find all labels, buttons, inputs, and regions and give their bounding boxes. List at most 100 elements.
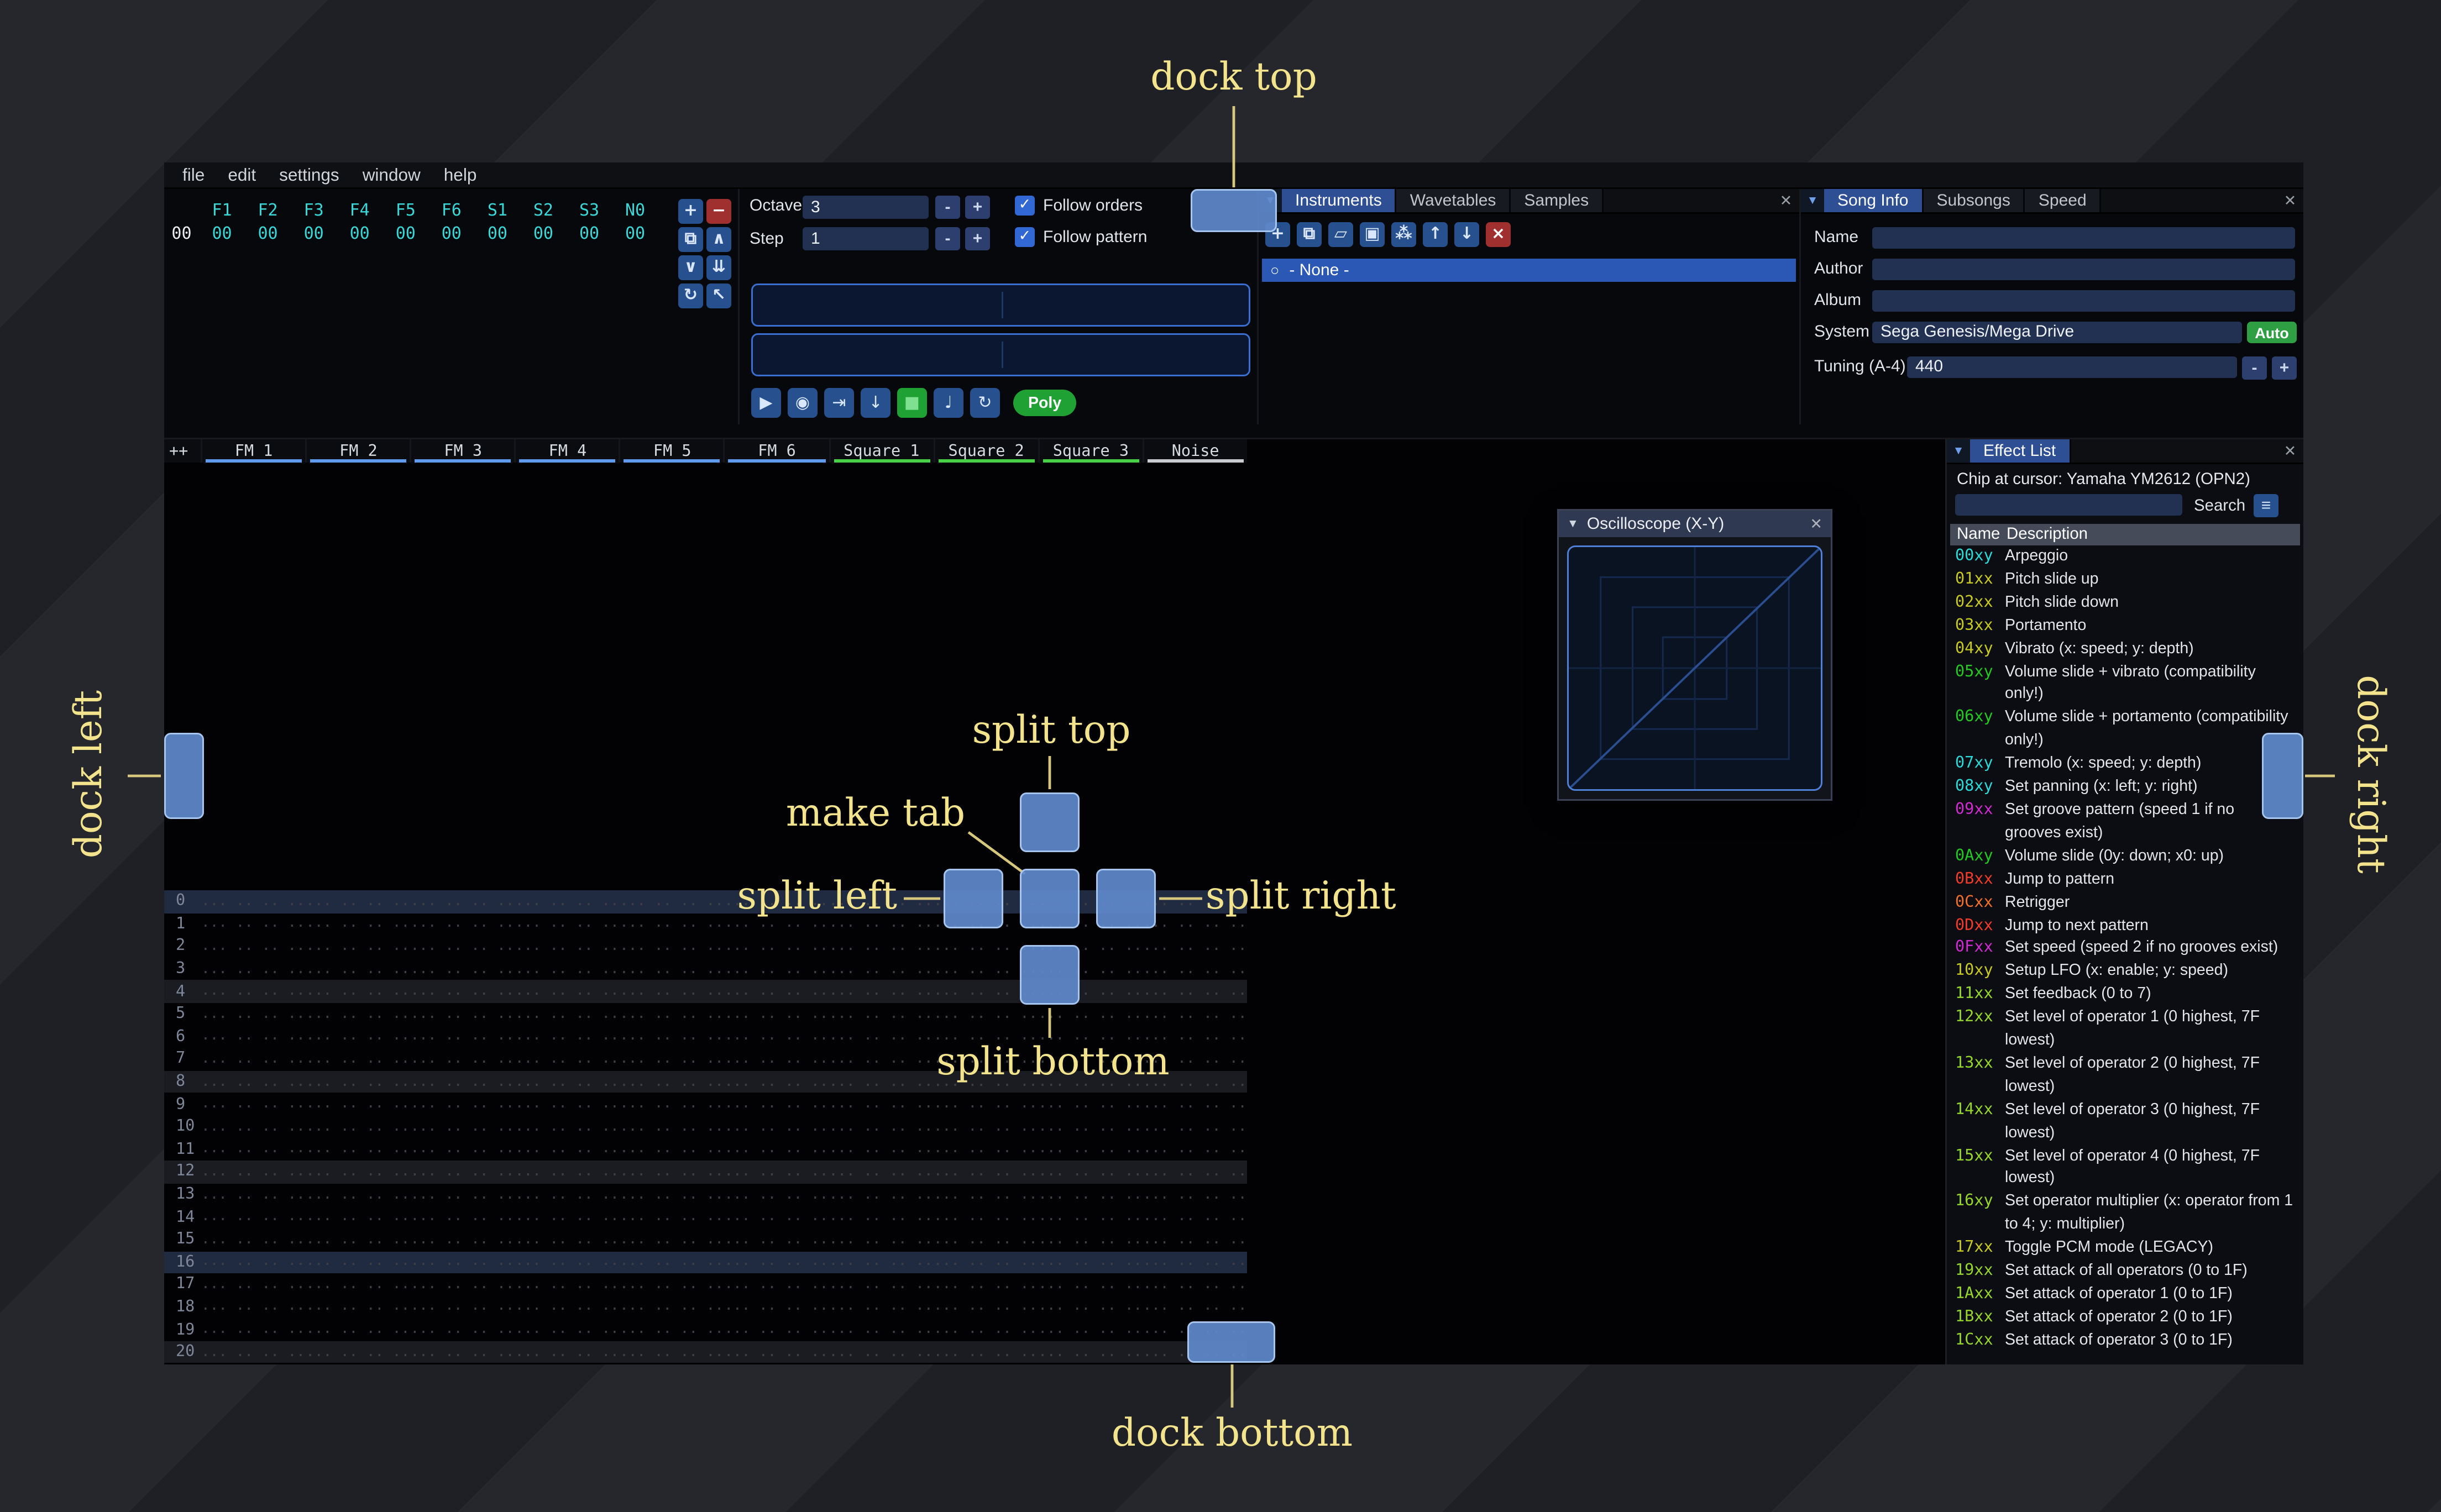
pattern-cell[interactable]: ... .. .. .. [619, 1277, 724, 1293]
effect-list-row[interactable]: 03xx Portamento [1950, 615, 2303, 638]
pattern-cell[interactable]: ... .. .. .. [515, 1231, 619, 1248]
pattern-cell[interactable]: ... .. .. .. [1038, 1186, 1142, 1203]
hamburger-menu-icon[interactable]: ≡ [2254, 494, 2278, 517]
pattern-cell[interactable]: ... .. .. .. [933, 1186, 1038, 1203]
pattern-cell[interactable]: ... .. .. .. [619, 1006, 724, 1022]
instrument-save-button[interactable]: ▣ [1360, 222, 1385, 247]
pattern-cell[interactable]: ... .. .. .. [515, 916, 619, 932]
pattern-cell[interactable]: ... .. .. .. [305, 1299, 410, 1315]
pattern-cell[interactable]: ... .. .. .. [619, 1231, 724, 1248]
effect-list-row[interactable]: 0Bxx Jump to pattern [1950, 868, 2303, 891]
step-decrease-button[interactable]: - [935, 227, 960, 250]
channel-header-fm-2[interactable]: FM 2 [305, 439, 410, 463]
pattern-cell[interactable]: ... .. .. .. [724, 1277, 828, 1293]
split-target-bottom[interactable] [1020, 945, 1080, 1005]
pattern-cell[interactable]: ... .. .. .. [305, 1186, 410, 1203]
pattern-corner-expand[interactable]: ++ [164, 439, 201, 463]
pattern-cell[interactable]: ... .. .. .. [201, 1299, 305, 1315]
pattern-cell[interactable]: ... .. .. .. [410, 1254, 515, 1271]
pattern-cell[interactable]: ... .. .. .. [933, 1119, 1038, 1135]
pattern-cell[interactable]: ... .. .. .. [724, 1254, 828, 1271]
pattern-cell[interactable]: ... .. .. .. [515, 1186, 619, 1203]
pattern-cell[interactable]: ... .. .. .. [201, 1051, 305, 1068]
pattern-cell[interactable]: ... .. .. .. [515, 1074, 619, 1090]
pattern-cell[interactable]: ... .. .. .. [619, 1209, 724, 1225]
dock-target-left[interactable] [164, 733, 204, 819]
pattern-cell[interactable]: ... .. .. .. [305, 1119, 410, 1135]
tuning-input[interactable]: 440 [1907, 356, 2237, 378]
pattern-cell[interactable]: ... .. .. .. [933, 1344, 1038, 1361]
follow-orders-checkbox[interactable]: ✓ Follow orders [1015, 196, 1143, 216]
menu-file[interactable]: file [171, 165, 216, 185]
pattern-cell[interactable]: ... .. .. .. [410, 1006, 515, 1022]
pattern-cell[interactable]: ... .. .. .. [515, 1254, 619, 1271]
pattern-cell[interactable]: ... .. .. .. [201, 916, 305, 932]
channel-header-noise[interactable]: Noise [1142, 439, 1247, 463]
pattern-cell[interactable]: ... .. .. .. [1038, 1006, 1142, 1022]
effect-list-row[interactable]: 0Dxx Jump to next pattern [1950, 915, 2303, 938]
pattern-cell[interactable]: ... .. .. .. [515, 938, 619, 955]
pattern-cell[interactable]: ... .. .. .. [724, 1096, 828, 1112]
order-cell[interactable]: 00 [428, 225, 474, 243]
pattern-cell[interactable]: ... .. .. .. [515, 1321, 619, 1338]
pattern-cell[interactable]: ... .. .. .. [201, 938, 305, 955]
make-tab-target[interactable] [1020, 869, 1080, 928]
pattern-cell[interactable]: ... .. .. .. [619, 1299, 724, 1315]
pattern-cell[interactable]: ... .. .. .. [829, 1344, 933, 1361]
pattern-cell[interactable]: ... .. .. .. [410, 1344, 515, 1361]
effect-list-row[interactable]: 01xx Pitch slide up [1950, 569, 2303, 592]
pattern-cell[interactable]: ... .. .. .. [410, 1096, 515, 1112]
pattern-cell[interactable]: ... .. .. .. [829, 1006, 933, 1022]
instrument-open-button[interactable]: ▱ [1328, 222, 1353, 247]
pattern-cell[interactable]: ... .. .. .. [1143, 1209, 1247, 1225]
pattern-cell[interactable]: ... .. .. .. [1038, 1277, 1142, 1293]
pattern-cell[interactable]: ... .. .. .. [1143, 961, 1247, 978]
effect-list-row[interactable]: 1Cxx Set attack of operator 3 (0 to 1F) [1950, 1329, 2303, 1352]
pattern-cell[interactable]: ... .. .. .. [724, 1164, 828, 1180]
pattern-cell[interactable]: ... .. .. .. [619, 961, 724, 978]
pattern-cell[interactable]: ... .. .. .. [829, 1186, 933, 1203]
split-target-top[interactable] [1020, 792, 1080, 852]
close-icon[interactable]: ✕ [2277, 189, 2303, 212]
pattern-cell[interactable]: ... .. .. .. [619, 1321, 724, 1338]
pattern-cell[interactable]: ... .. .. .. [619, 1119, 724, 1135]
pattern-cell[interactable]: ... .. .. .. [1038, 1209, 1142, 1225]
pattern-cell[interactable]: ... .. .. .. [201, 1141, 305, 1158]
song-name-input[interactable] [1872, 227, 2295, 249]
play-button[interactable]: ▶ [751, 388, 781, 418]
pattern-cell[interactable]: ... .. .. .. [201, 1321, 305, 1338]
pattern-cell[interactable]: ... .. .. .. [933, 1006, 1038, 1022]
pattern-cell[interactable]: ... .. .. .. [410, 1164, 515, 1180]
pattern-cell[interactable]: ... .. .. .. [515, 1051, 619, 1068]
step-increase-button[interactable]: + [965, 227, 990, 250]
instrument-organize-button[interactable]: ⁂ [1391, 222, 1416, 247]
pattern-cell[interactable]: ... .. .. .. [305, 893, 410, 910]
pattern-cell[interactable]: ... .. .. .. [305, 1028, 410, 1045]
channel-header-square-3[interactable]: Square 3 [1038, 439, 1142, 463]
pattern-cell[interactable]: ... .. .. .. [201, 1028, 305, 1045]
pattern-cell[interactable]: ... .. .. .. [305, 1051, 410, 1068]
close-icon[interactable]: ✕ [1810, 515, 1822, 533]
effect-list-row[interactable]: 0Cxx Retrigger [1950, 891, 2303, 915]
pattern-cell[interactable]: ... .. .. .. [1143, 1254, 1247, 1271]
pattern-cell[interactable]: ... .. .. .. [410, 1186, 515, 1203]
pattern-cell[interactable]: ... .. .. .. [1143, 1141, 1247, 1158]
pattern-cell[interactable]: ... .. .. .. [933, 1164, 1038, 1180]
pattern-cell[interactable]: ... .. .. .. [305, 938, 410, 955]
effect-list-row[interactable]: 0Axy Volume slide (0y: down; x0: up) [1950, 845, 2303, 868]
tab-list-dropdown-icon[interactable]: ▼ [1801, 189, 1824, 212]
pattern-cell[interactable]: ... .. .. .. [619, 1096, 724, 1112]
close-icon[interactable]: ✕ [2277, 439, 2303, 463]
menu-settings[interactable]: settings [268, 165, 351, 185]
instrument-list-item-none[interactable]: ○ - None - [1262, 259, 1796, 282]
effect-list-row[interactable]: 14xx Set level of operator 3 (0 highest, … [1950, 1099, 2303, 1144]
song-author-input[interactable] [1872, 259, 2295, 280]
pattern-cell[interactable]: ... .. .. .. [619, 984, 724, 1000]
pattern-cell[interactable]: ... .. .. .. [515, 961, 619, 978]
effect-list-row[interactable]: 12xx Set level of operator 1 (0 highest, … [1950, 1006, 2303, 1052]
pattern-cell[interactable]: ... .. .. .. [619, 1141, 724, 1158]
pattern-cell[interactable]: ... .. .. .. [515, 1277, 619, 1293]
pattern-cell[interactable]: ... .. .. .. [201, 1254, 305, 1271]
pattern-cell[interactable]: ... .. .. .. [410, 961, 515, 978]
channel-header-square-2[interactable]: Square 2 [933, 439, 1038, 463]
